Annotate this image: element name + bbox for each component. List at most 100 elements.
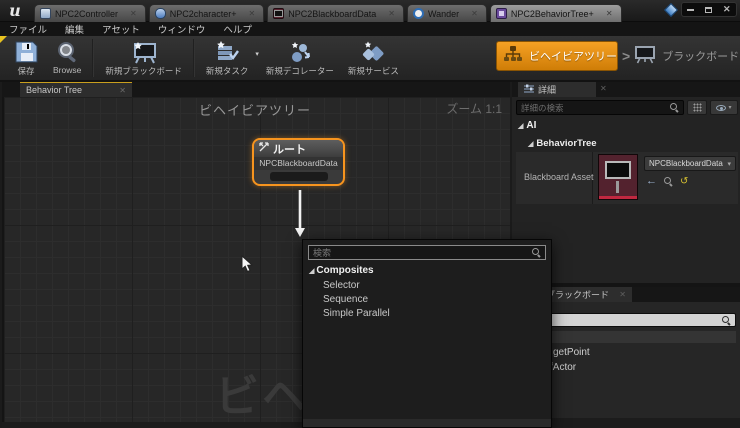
blackboard-key-entry[interactable]: getPoint <box>553 347 590 358</box>
root-node-output-pin[interactable] <box>269 172 328 181</box>
category-behaviortree[interactable]: ◢ BehaviorTree <box>528 138 597 149</box>
editor-mode-switch: ビヘイビアツリー > ブラックボード <box>496 41 739 71</box>
blackboard-thumb-screen <box>605 161 631 179</box>
blackboard-thumb-leg <box>616 181 619 193</box>
expand-triangle-icon[interactable]: ◢ <box>518 123 523 130</box>
blackboard-mode-button[interactable]: ブラックボード <box>634 45 739 68</box>
menu-file[interactable]: ファイル <box>9 22 47 36</box>
close-icon[interactable]: ✕ <box>606 9 613 18</box>
minimize-icon[interactable] <box>687 8 695 11</box>
blackboard-tab[interactable]: ブラックボード ✕ <box>540 287 632 302</box>
node-context-menu: ◢Composites Selector Sequence Simple Par… <box>302 239 552 428</box>
eye-icon <box>716 104 727 111</box>
mouse-cursor <box>241 254 254 276</box>
character-icon <box>154 8 166 19</box>
new-task-icon <box>214 40 240 64</box>
chevron-down-icon: ▾ <box>728 105 732 111</box>
details-search-input[interactable] <box>521 102 670 113</box>
new-blackboard-button[interactable]: 新規ブラックボード <box>98 38 189 77</box>
new-service-button[interactable]: 新規サービス <box>341 38 406 77</box>
blackboard-asset-label: Blackboard Asset <box>524 172 594 182</box>
close-icon[interactable]: ✕ <box>130 9 137 18</box>
close-window-icon[interactable]: ✕ <box>723 5 731 14</box>
composites-category[interactable]: ◢ Composites <box>309 265 374 276</box>
unreal-logo-icon: u <box>9 1 21 20</box>
view-options-button[interactable]: ▾ <box>710 100 738 115</box>
unreal-editor-window: u NPC2Controller ✕ NPC2character+ ✕ NPC2… <box>0 0 740 428</box>
details-tab[interactable]: 詳細 <box>518 82 596 97</box>
menu-window[interactable]: ウィンドウ <box>158 22 206 36</box>
browse-button[interactable]: Browse <box>46 38 88 75</box>
expand-triangle-icon[interactable]: ◢ <box>528 141 533 148</box>
menu-asset[interactable]: アセット <box>102 22 140 36</box>
root-node-subtitle: NPCBlackboardData <box>254 157 343 170</box>
new-service-label: 新規サービス <box>347 66 399 76</box>
context-menu-search[interactable] <box>308 245 546 260</box>
new-blackboard-label: 新規ブラックボード <box>105 66 182 76</box>
root-node[interactable]: ルート NPCBlackboardData <box>252 138 345 186</box>
new-decorator-label: 新規デコレーター <box>265 66 334 76</box>
details-search-field[interactable] <box>516 100 684 115</box>
close-icon[interactable]: ✕ <box>619 290 626 299</box>
chevron-down-icon: ▾ <box>727 160 731 168</box>
close-icon[interactable]: ✕ <box>388 9 395 18</box>
mode-chevron-icon: > <box>622 48 631 64</box>
doc-tab-npc2controller[interactable]: NPC2Controller ✕ <box>34 4 146 22</box>
details-sliders-icon <box>524 84 534 95</box>
controller-icon <box>40 8 51 19</box>
tree-graph-icon <box>503 45 523 68</box>
close-icon[interactable]: ✕ <box>249 9 256 18</box>
blackboard-key-entry[interactable]: fActor <box>550 362 576 373</box>
asset-operation-buttons: ← ↺ <box>646 176 688 187</box>
toolbar-separator <box>192 39 195 77</box>
new-service-icon <box>359 40 387 64</box>
document-tab-bar: NPC2Controller ✕ NPC2character+ ✕ NPC2Bl… <box>34 4 622 22</box>
search-icon <box>722 315 731 325</box>
blackboard-tab-label: ブラックボード <box>546 290 610 300</box>
category-ai[interactable]: ◢ AI <box>518 120 536 131</box>
maximize-icon[interactable] <box>705 6 713 13</box>
new-task-label: 新規タスク <box>205 66 249 76</box>
menu-help[interactable]: ヘルプ <box>223 22 252 36</box>
root-node-title: ルート <box>273 143 306 156</box>
search-icon <box>670 103 679 112</box>
asset-color-strip <box>599 196 637 199</box>
menu-item-selector[interactable]: Selector <box>323 280 360 291</box>
behavior-tree-document-tab[interactable]: Behavior Tree ✕ <box>20 82 132 97</box>
use-selected-icon[interactable]: ← <box>646 176 657 187</box>
property-matrix-button[interactable] <box>687 100 707 115</box>
menu-item-simple-parallel[interactable]: Simple Parallel <box>323 308 390 319</box>
reset-to-default-icon[interactable]: ↺ <box>680 176 688 187</box>
close-icon[interactable]: ✕ <box>119 86 126 95</box>
save-button[interactable]: 保存 <box>6 38 46 77</box>
doc-tab-wander[interactable]: Wander ✕ <box>406 4 487 22</box>
new-decorator-icon <box>286 40 314 64</box>
save-icon <box>13 40 39 64</box>
doc-tab-npc2behaviortree[interactable]: NPC2BehaviorTree+ ✕ <box>489 4 622 22</box>
doc-tab-label: Wander <box>427 8 460 19</box>
expand-triangle-icon[interactable]: ◢ <box>309 268 314 275</box>
save-label: 保存 <box>17 66 35 76</box>
menu-bar: ファイル 編集 アセット ウィンドウ ヘルプ <box>0 22 740 36</box>
blackboard-mode-label: ブラックボード <box>662 51 740 63</box>
close-icon[interactable]: ✕ <box>600 84 607 93</box>
menu-edit[interactable]: 編集 <box>65 22 84 36</box>
behavior-tree-mode-button[interactable]: ビヘイビアツリー <box>496 41 618 71</box>
blackboard-asset-dropdown[interactable]: NPCBlackboardData ▾ <box>644 156 736 171</box>
menu-item-sequence[interactable]: Sequence <box>323 294 368 305</box>
root-node-icon <box>259 142 269 155</box>
doc-tab-npc2blackboarddata[interactable]: NPC2BlackboardData ✕ <box>267 4 404 22</box>
doc-tab-label: NPC2Controller <box>55 8 119 19</box>
doc-tab-npc2character[interactable]: NPC2character+ ✕ <box>148 4 265 22</box>
details-search-row: ▾ <box>516 100 738 115</box>
context-search-input[interactable] <box>313 247 532 258</box>
blueprint-icon <box>412 8 424 19</box>
browse-to-asset-icon[interactable] <box>664 177 673 186</box>
grid-icon <box>692 103 702 112</box>
behavior-tree-icon <box>495 8 507 19</box>
blackboard-asset-thumbnail[interactable] <box>598 154 638 200</box>
close-icon[interactable]: ✕ <box>471 9 478 18</box>
new-task-button[interactable]: 新規タスク ▾ <box>199 38 259 77</box>
new-blackboard-icon <box>129 40 159 64</box>
new-decorator-button[interactable]: 新規デコレーター <box>259 38 341 77</box>
